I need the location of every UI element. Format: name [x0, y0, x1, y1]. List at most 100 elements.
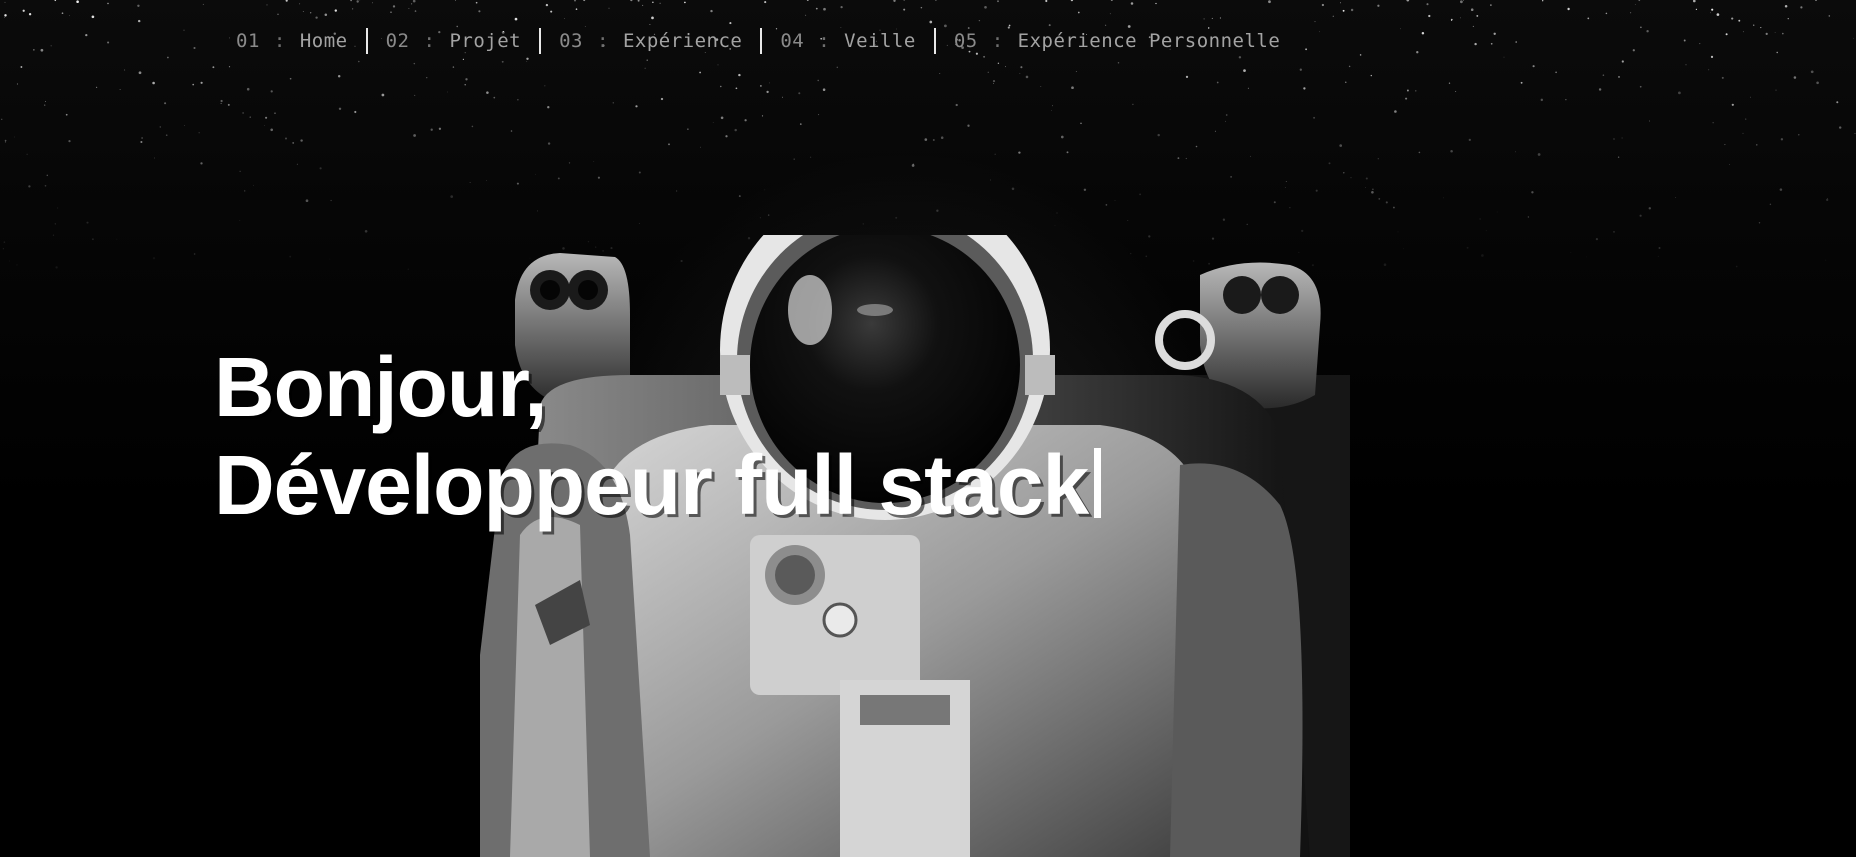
star	[767, 214, 770, 216]
star	[720, 85, 722, 88]
star	[1753, 24, 1755, 26]
star	[1365, 177, 1368, 180]
star	[270, 128, 274, 132]
star	[183, 29, 185, 31]
nav-item-label: Expérience Personnelle	[1017, 30, 1281, 52]
star	[630, 0, 632, 1]
nav-item-separator: :	[273, 30, 286, 52]
star	[202, 3, 204, 5]
star	[159, 126, 162, 128]
star	[152, 81, 155, 85]
nav-item-home[interactable]: 01 : Home	[236, 30, 348, 52]
star	[815, 7, 818, 10]
star	[1450, 18, 1453, 21]
star	[1402, 248, 1404, 250]
star	[823, 7, 826, 11]
star	[1721, 76, 1724, 79]
star	[55, 266, 58, 269]
star	[761, 115, 764, 117]
star	[1214, 130, 1216, 132]
star	[450, 195, 454, 198]
star	[193, 46, 196, 50]
star	[1054, 225, 1056, 227]
star	[414, 94, 416, 96]
star	[438, 127, 442, 130]
star	[1825, 259, 1827, 261]
star	[1372, 188, 1374, 191]
star	[895, 216, 898, 219]
star	[1216, 81, 1219, 84]
star	[517, 99, 519, 101]
star	[1004, 66, 1007, 68]
star	[1460, 17, 1461, 19]
star	[1230, 176, 1232, 178]
star	[152, 256, 156, 260]
star	[635, 105, 638, 108]
star	[699, 71, 701, 74]
star	[1585, 256, 1587, 258]
star	[735, 87, 738, 90]
star	[413, 134, 416, 137]
star	[1793, 76, 1797, 79]
star	[1618, 75, 1620, 78]
nav-item-veille[interactable]: 04 : Veille	[780, 30, 915, 52]
star	[1080, 122, 1082, 125]
star	[1699, 43, 1701, 45]
star	[1481, 254, 1484, 257]
star	[638, 222, 640, 224]
star	[563, 18, 565, 19]
star	[85, 33, 88, 37]
star	[1077, 11, 1080, 14]
star	[935, 0, 937, 1]
star	[164, 102, 167, 105]
star	[16, 264, 18, 266]
star	[1565, 99, 1567, 101]
star	[1025, 75, 1029, 79]
star	[124, 69, 126, 71]
star	[274, 112, 276, 115]
star	[1075, 70, 1077, 72]
star	[547, 142, 551, 145]
star	[1117, 61, 1120, 64]
star	[310, 12, 312, 14]
nav-item-number: 03	[559, 30, 583, 52]
nav-item-experience-personnelle[interactable]: 05 : Expérience Personnelle	[954, 30, 1281, 52]
star	[1195, 145, 1198, 148]
star	[1490, 4, 1492, 6]
star	[717, 64, 719, 66]
star	[1742, 31, 1744, 33]
star	[57, 207, 59, 209]
hero-greeting: Bonjour,	[214, 340, 548, 434]
typing-cursor-icon	[1094, 448, 1102, 518]
star	[354, 110, 357, 114]
star	[557, 177, 560, 180]
star	[1314, 21, 1316, 23]
star	[1646, 30, 1649, 33]
star	[1313, 116, 1316, 119]
star	[200, 81, 203, 84]
star	[486, 179, 487, 181]
star	[1784, 5, 1788, 8]
nav-item-experience[interactable]: 03 : Expérience	[559, 30, 742, 52]
star	[574, 0, 576, 2]
star	[28, 185, 31, 188]
star	[249, 116, 251, 118]
star	[1648, 207, 1651, 210]
star	[229, 37, 230, 39]
nav-item-projet[interactable]: 02 : Projet	[386, 30, 521, 52]
star	[526, 61, 528, 62]
star	[1185, 75, 1189, 79]
star	[246, 87, 250, 91]
star	[806, 0, 809, 1]
star	[1448, 82, 1451, 84]
star	[296, 163, 298, 165]
star	[1157, 133, 1160, 137]
star	[822, 88, 826, 91]
star	[1769, 203, 1772, 206]
star	[464, 84, 466, 86]
star	[1738, 19, 1741, 22]
star	[107, 41, 110, 44]
star	[350, 0, 352, 2]
nav-item-separator: :	[423, 30, 436, 52]
star	[1219, 17, 1221, 19]
